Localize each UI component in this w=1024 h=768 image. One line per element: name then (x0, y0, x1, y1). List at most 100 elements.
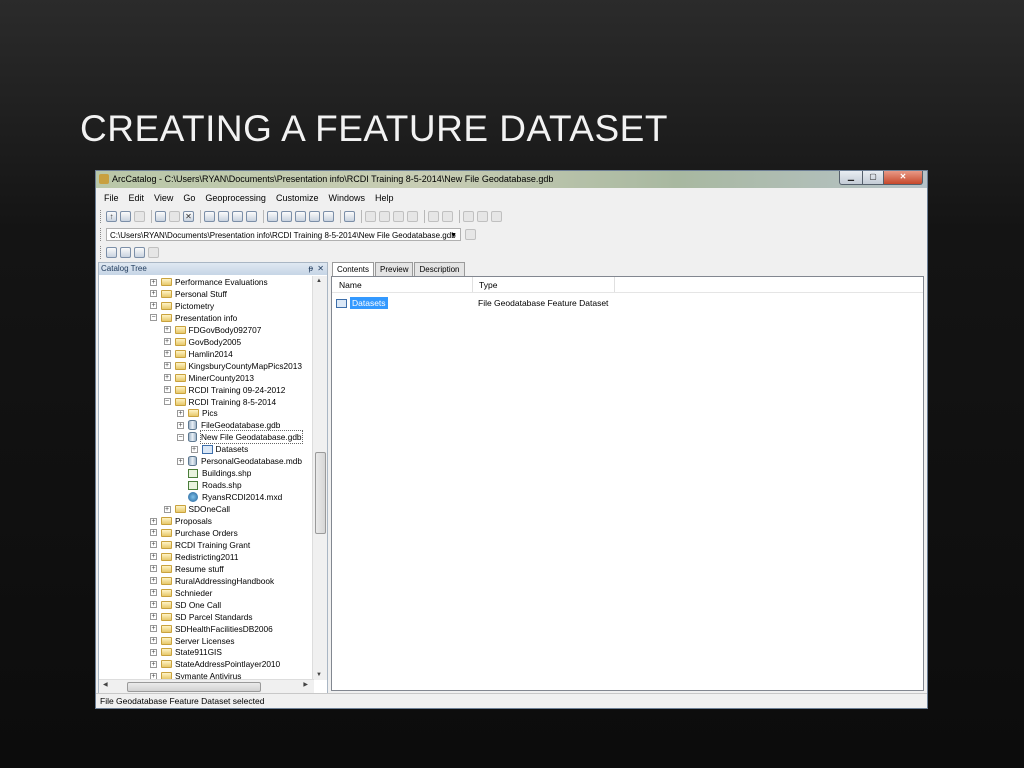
expand-icon[interactable]: + (150, 529, 157, 537)
zoom-in-icon[interactable] (365, 210, 376, 222)
tree-item[interactable]: + FDGovBody092707 (163, 324, 261, 336)
tree-item[interactable]: RyansRCDI2014.mxd (177, 491, 282, 503)
tree-item[interactable]: Roads.shp (177, 479, 242, 491)
tree-item[interactable]: + Redistricting2011 (150, 551, 239, 563)
tree-item[interactable]: + Datasets (190, 443, 248, 455)
tree-item[interactable]: + MinerCounty2013 (163, 372, 254, 384)
tree-item[interactable]: + Performance Evaluations (150, 276, 268, 288)
list-item[interactable]: Datasets (336, 297, 388, 309)
toolbar-options-icon[interactable] (491, 210, 502, 222)
close-icon[interactable]: ✕ (317, 263, 324, 275)
toolbar-grip[interactable] (100, 209, 104, 223)
expand-icon[interactable]: + (150, 541, 157, 549)
full-extent-icon[interactable] (407, 210, 418, 222)
create-thumbnail-icon[interactable] (477, 210, 488, 222)
menu-geoprocessing[interactable]: Geoprocessing (205, 193, 266, 203)
collapse-icon[interactable]: − (177, 433, 184, 441)
scroll-right-icon[interactable]: ▶ (303, 681, 308, 688)
tree-item[interactable]: + Server Licenses (150, 635, 235, 647)
up-one-level-icon[interactable]: ↑ (106, 210, 117, 222)
expand-icon[interactable]: + (150, 278, 157, 286)
tree-item[interactable]: + StateAddressPointlayer2010 (150, 658, 280, 670)
paste-icon[interactable] (169, 210, 180, 222)
scroll-down-icon[interactable]: ▼ (316, 672, 322, 678)
connect-folder-icon[interactable] (120, 210, 131, 222)
vertical-scrollbar[interactable]: ▲ ▼ (312, 276, 327, 680)
list-icon[interactable] (218, 210, 229, 222)
expand-icon[interactable]: + (177, 421, 184, 429)
expand-icon[interactable]: + (150, 625, 157, 633)
expand-icon[interactable]: + (150, 589, 157, 597)
tree-item[interactable]: + KingsburyCountyMapPics2013 (163, 360, 302, 372)
catalog-tree-window-icon[interactable] (281, 210, 292, 222)
expand-icon[interactable]: + (150, 613, 157, 621)
tree-item[interactable]: + Schnieder (150, 587, 212, 599)
expand-icon[interactable]: + (177, 409, 184, 417)
expand-icon[interactable]: + (163, 362, 171, 370)
expand-icon[interactable]: + (150, 302, 157, 310)
horizontal-scrollbar[interactable]: ◀ ▶ (99, 679, 314, 693)
location-input[interactable]: C:\Users\RYAN\Documents\Presentation inf… (106, 227, 461, 241)
tab-description[interactable]: Description (414, 262, 465, 276)
collapse-icon[interactable]: − (150, 314, 157, 322)
tree-item[interactable]: + GovBody2005 (163, 336, 241, 348)
disconnect-folder-icon[interactable] (134, 210, 145, 222)
tree-item[interactable]: + FileGeodatabase.gdb (177, 419, 280, 431)
toolbar-grip[interactable] (100, 245, 104, 259)
import-metadata-icon[interactable] (120, 246, 131, 258)
launch-arcmap-icon[interactable] (267, 210, 278, 222)
tree-item[interactable]: + Proposals (150, 515, 212, 527)
forward-icon[interactable] (442, 210, 453, 222)
tree-item[interactable]: + Purchase Orders (150, 527, 238, 539)
scrollbar-thumb[interactable] (315, 452, 326, 534)
expand-icon[interactable]: + (150, 565, 157, 573)
expand-icon[interactable]: + (163, 350, 171, 358)
copy-icon[interactable] (155, 210, 166, 222)
tree-item[interactable]: + Pictometry (150, 300, 214, 312)
delete-icon[interactable]: ✕ (183, 210, 194, 222)
expand-icon[interactable]: + (163, 386, 171, 394)
minimize-button[interactable]: ▁ (839, 171, 863, 185)
expand-icon[interactable]: + (150, 577, 157, 585)
menu-view[interactable]: View (154, 193, 173, 203)
toolbar-options-icon[interactable] (148, 246, 159, 258)
tree-item[interactable]: + SDOneCall (163, 503, 230, 515)
expand-icon[interactable]: + (163, 338, 171, 346)
edit-metadata-icon[interactable] (106, 246, 117, 258)
column-name[interactable]: Name (339, 280, 362, 290)
tree-item[interactable]: + Pics (177, 407, 218, 419)
tab-contents[interactable]: Contents (332, 262, 375, 277)
expand-icon[interactable]: + (150, 290, 157, 298)
scroll-up-icon[interactable]: ▲ (316, 278, 322, 284)
python-window-icon[interactable] (323, 210, 334, 222)
pin-icon[interactable]: ᵽ (309, 263, 313, 275)
menu-edit[interactable]: Edit (129, 193, 145, 203)
column-divider[interactable] (472, 277, 473, 292)
menu-help[interactable]: Help (375, 193, 394, 203)
large-icons-icon[interactable] (204, 210, 215, 222)
scroll-left-icon[interactable]: ◀ (103, 681, 108, 688)
maximize-button[interactable]: ▢ (863, 171, 884, 185)
column-type[interactable]: Type (479, 280, 497, 290)
expand-icon[interactable]: + (150, 553, 157, 561)
pan-icon[interactable] (393, 210, 404, 222)
expand-icon[interactable]: + (177, 457, 184, 465)
expand-icon[interactable]: + (163, 326, 171, 334)
expand-icon[interactable]: + (150, 517, 157, 525)
tree-item[interactable]: + RCDI Training Grant (150, 539, 250, 551)
toolbar-options-icon[interactable] (465, 228, 476, 240)
menu-customize[interactable]: Customize (276, 193, 319, 203)
title-bar[interactable]: ArcCatalog - C:\Users\RYAN\Documents\Pre… (96, 171, 927, 188)
tree-item[interactable]: + Personal Stuff (150, 288, 227, 300)
menu-go[interactable]: Go (183, 193, 195, 203)
scrollbar-thumb[interactable] (127, 682, 261, 692)
expand-icon[interactable]: + (150, 660, 157, 668)
expand-icon[interactable]: + (150, 648, 157, 656)
identify-icon[interactable] (463, 210, 474, 222)
tree-item[interactable]: + SD Parcel Standards (150, 611, 252, 623)
expand-icon[interactable]: + (163, 505, 171, 513)
export-metadata-icon[interactable] (134, 246, 145, 258)
expand-icon[interactable]: + (163, 374, 171, 382)
collapse-icon[interactable]: − (163, 398, 171, 405)
expand-icon[interactable]: + (190, 445, 198, 453)
